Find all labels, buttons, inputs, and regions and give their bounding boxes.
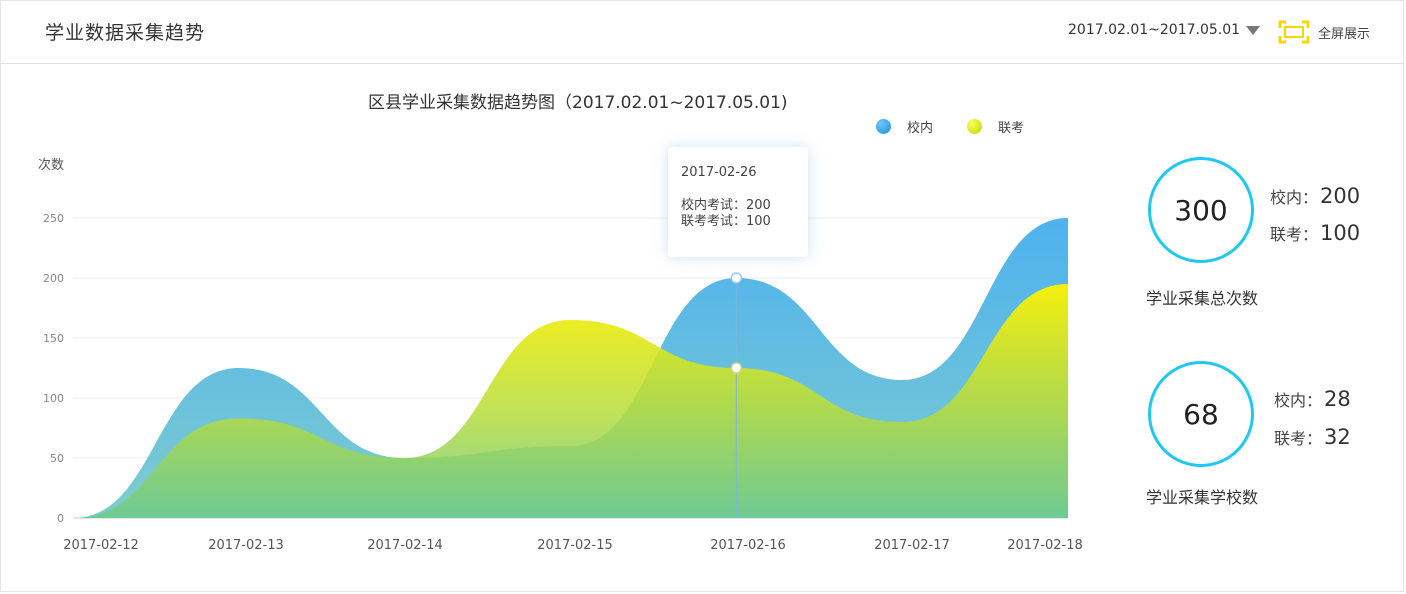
hover-point-1 bbox=[730, 362, 743, 374]
total-count-value: 300 bbox=[1174, 193, 1228, 227]
total-school-value: 200 bbox=[1320, 184, 1361, 208]
school-school-row: 校内：28 bbox=[1274, 387, 1351, 411]
school-joint-label: 联考： bbox=[1274, 429, 1323, 448]
total-joint-label: 联考： bbox=[1270, 225, 1319, 244]
school-count-caption: 学业采集学校数 bbox=[1146, 488, 1259, 507]
y-tick-label-200: 200 bbox=[43, 272, 64, 285]
y-tick-label-100: 100 bbox=[43, 392, 64, 405]
y-tick-label-0: 0 bbox=[57, 512, 64, 525]
school-joint-row: 联考：32 bbox=[1274, 425, 1351, 449]
total-count-circle: 300 bbox=[1148, 157, 1254, 263]
total-school-label: 校内： bbox=[1270, 188, 1319, 207]
x-tick-label-2017-02-12: 2017-02-12 bbox=[63, 538, 139, 553]
school-school-value: 28 bbox=[1324, 387, 1351, 411]
x-tick-label-2017-02-14: 2017-02-14 bbox=[367, 538, 443, 553]
chart-tooltip: 2017-02-26 校内考试：200 联考考试：100 bbox=[668, 147, 808, 257]
total-joint-value: 100 bbox=[1320, 221, 1361, 245]
y-tick-label-150: 150 bbox=[43, 332, 64, 345]
school-count-value: 68 bbox=[1183, 397, 1219, 431]
tooltip-line-joint: 联考考试：100 bbox=[681, 214, 771, 229]
x-tick-label-2017-02-15: 2017-02-15 bbox=[537, 538, 613, 553]
school-count-circle: 68 bbox=[1148, 361, 1254, 467]
total-school-row: 校内：200 bbox=[1270, 184, 1360, 208]
x-tick-label-2017-02-16: 2017-02-16 bbox=[710, 538, 786, 553]
x-tick-label-2017-02-13: 2017-02-13 bbox=[208, 538, 284, 553]
tooltip-date: 2017-02-26 bbox=[681, 165, 757, 180]
school-joint-value: 32 bbox=[1324, 425, 1351, 449]
tooltip-line-school: 校内考试：200 bbox=[681, 198, 771, 213]
total-count-caption: 学业采集总次数 bbox=[1146, 289, 1259, 308]
y-tick-label-250: 250 bbox=[43, 212, 64, 225]
x-tick-label-2017-02-17: 2017-02-17 bbox=[874, 538, 950, 553]
y-tick-label-50: 50 bbox=[50, 452, 64, 465]
total-joint-row: 联考：100 bbox=[1270, 221, 1360, 245]
hover-point-0 bbox=[730, 272, 743, 284]
school-school-label: 校内： bbox=[1274, 391, 1323, 410]
x-tick-label-2017-02-18: 2017-02-18 bbox=[1007, 538, 1083, 553]
